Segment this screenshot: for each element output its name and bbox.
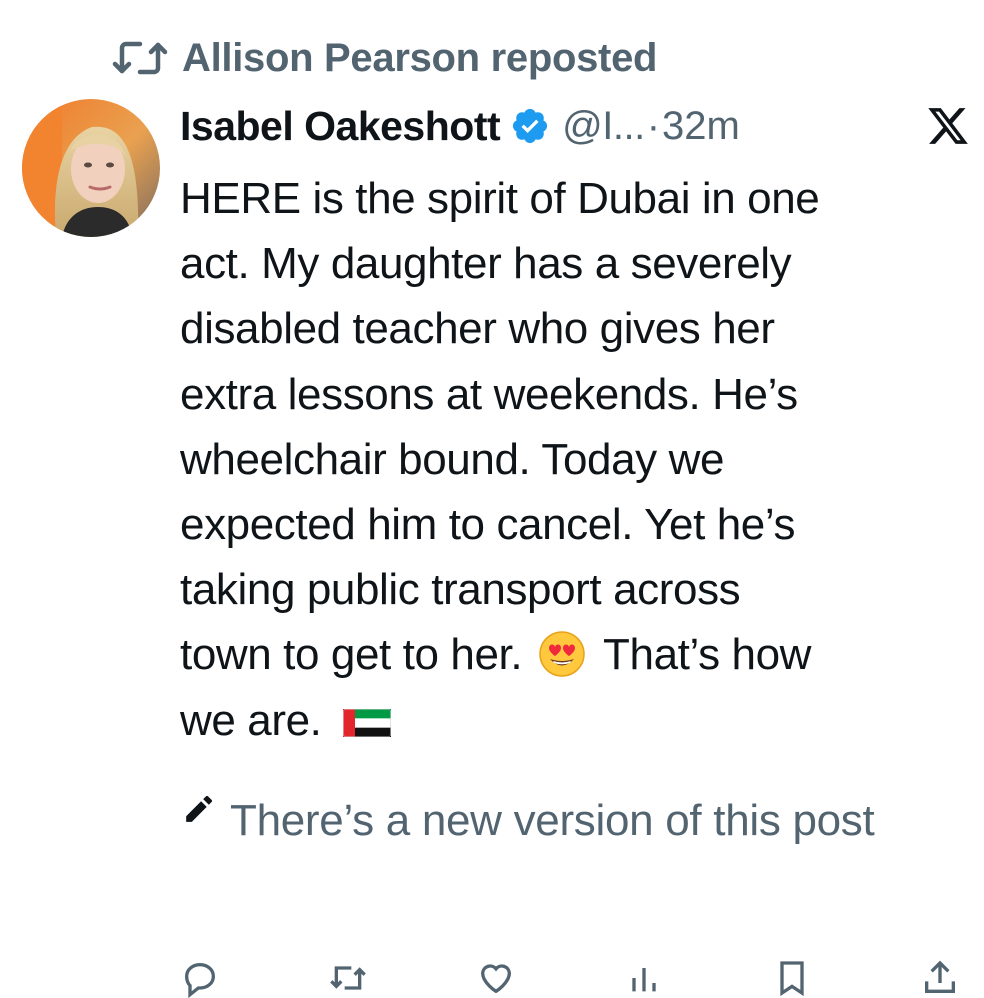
post-line: taking public transport across (180, 565, 741, 615)
verified-badge-icon (510, 106, 550, 146)
post-line: extra lessons at weekends. He’s (180, 369, 798, 419)
post-line-with-emoji: town to get to her. That’s how (180, 622, 960, 687)
edit-notice[interactable]: There’s a new version of this post (180, 790, 930, 852)
post-text-fragment: That’s how (603, 630, 812, 680)
post-line: expected him to cancel. Yet he’s (180, 500, 796, 550)
post-text-fragment: we are. (180, 695, 322, 745)
post-line: HERE is the spirit of Dubai in one (180, 174, 820, 223)
repost-indicator[interactable]: Allison Pearson reposted (112, 30, 657, 86)
author-avatar[interactable] (22, 99, 160, 237)
edit-notice-text[interactable]: There’s a new version of this post (230, 790, 930, 852)
repost-icon[interactable] (328, 958, 368, 998)
x-logo-icon (926, 104, 970, 148)
bookmark-icon[interactable] (772, 958, 812, 998)
repost-label: Allison Pearson reposted (182, 35, 658, 80)
author-display-name[interactable]: Isabel Oakeshott (180, 103, 501, 150)
reply-icon[interactable] (180, 958, 220, 998)
separator-dot: · (646, 103, 661, 148)
post-text-fragment: town to get to her. (180, 630, 523, 680)
views-icon[interactable] (624, 958, 664, 998)
repost-icon (112, 38, 168, 78)
post-line: disabled teacher who gives her (180, 304, 775, 354)
post-line: act. My daughter has a severely (180, 239, 792, 289)
like-icon[interactable] (476, 958, 516, 998)
post-line-with-flag: we are. (180, 688, 960, 753)
share-icon[interactable] (920, 958, 960, 998)
post-timestamp[interactable]: 32m (662, 104, 740, 149)
pencil-icon (180, 792, 216, 828)
uae-flag-icon (343, 690, 392, 737)
heart-eyes-emoji-icon (538, 630, 586, 678)
post-header: Isabel Oakeshott @I... · 32m (180, 98, 970, 154)
post-line: wheelchair bound. Today we (180, 434, 725, 484)
author-handle[interactable]: @I... (562, 104, 645, 149)
post-text: HERE is the spirit of Dubai in one act. … (180, 166, 960, 753)
action-bar (180, 958, 960, 998)
